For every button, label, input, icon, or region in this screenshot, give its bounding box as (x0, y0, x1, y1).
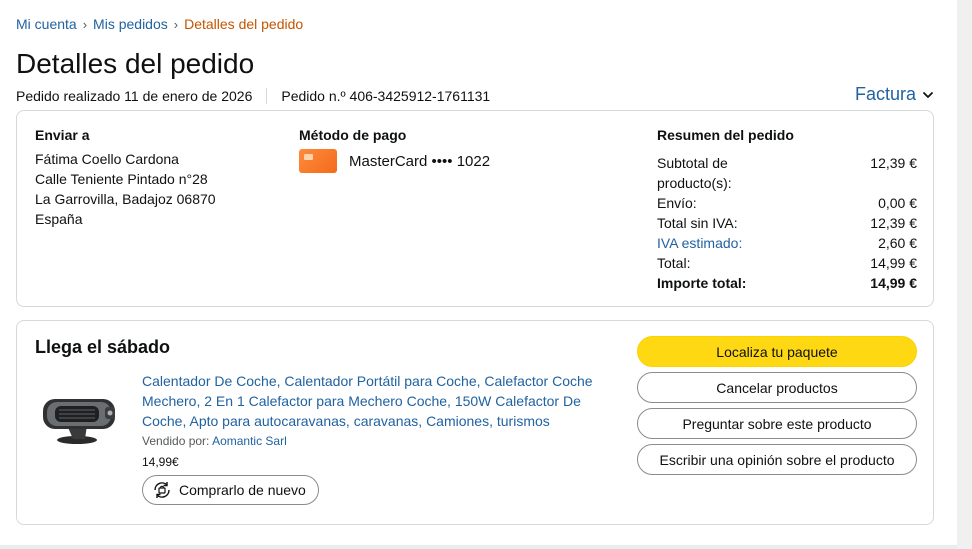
delivery-status: Llega el sábado (35, 337, 171, 357)
ask-product-question-button[interactable]: Preguntar sobre este producto (637, 408, 917, 439)
breadcrumb-my-account[interactable]: Mi cuenta (16, 16, 77, 32)
write-review-button[interactable]: Escribir una opinión sobre el producto (637, 444, 917, 475)
invoice-dropdown[interactable]: Factura (855, 84, 934, 105)
breadcrumb-current: Detalles del pedido (184, 16, 304, 32)
summary-label: Total sin IVA: (657, 215, 738, 231)
mastercard-card-icon (299, 149, 337, 173)
summary-row-estimated-vat: IVA estimado: 2,60 € (657, 233, 917, 253)
payment-title: Método de pago (299, 127, 407, 143)
buy-again-icon (154, 482, 170, 498)
address-line: Calle Teniente Pintado n°28 (35, 171, 208, 187)
order-summary: Subtotal de producto(s): 12,39 € Envío: … (657, 153, 917, 293)
order-info-card: Enviar a Fátima Coello Cardona Calle Ten… (16, 110, 934, 307)
order-meta: Pedido realizado 11 de enero de 2026 Ped… (16, 88, 490, 104)
summary-label: Subtotal de producto(s): (657, 155, 732, 191)
breadcrumb-separator: › (173, 16, 179, 32)
payment-method-text: MasterCard •••• 1022 (349, 152, 491, 170)
summary-row-subtotal: Subtotal de producto(s): 12,39 € (657, 153, 917, 193)
address-line: Fátima Coello Cardona (35, 151, 179, 167)
summary-row-shipping: Envío: 0,00 € (657, 193, 917, 213)
address-line: La Garrovilla, Badajoz 06870 (35, 191, 216, 207)
seller-link[interactable]: Aomantic Sarl (212, 434, 287, 448)
summary-label: Envío: (657, 195, 697, 211)
estimated-vat-link[interactable]: IVA estimado: (657, 233, 742, 253)
product-image[interactable] (39, 385, 123, 449)
address-line: España (35, 211, 83, 227)
summary-row-total-before-tax: Total sin IVA: 12,39 € (657, 213, 917, 233)
buy-again-label: Comprarlo de nuevo (179, 482, 306, 498)
summary-value: 14,99 € (870, 255, 917, 271)
cancel-items-button[interactable]: Cancelar productos (637, 372, 917, 403)
summary-value: 12,39 € (870, 215, 917, 231)
summary-label: Importe total: (657, 275, 747, 291)
sold-by-label: Vendido por: (142, 434, 210, 448)
invoice-label: Factura (854, 84, 916, 104)
product-price: 14,99€ (142, 455, 179, 469)
track-package-button[interactable]: Localiza tu paquete (637, 336, 917, 367)
summary-value: 0,00 € (878, 195, 917, 211)
summary-row-grand-total: Importe total: 14,99 € (657, 273, 917, 293)
payment-method: MasterCard •••• 1022 (299, 149, 490, 173)
buy-again-button[interactable]: Comprarlo de nuevo (142, 475, 319, 505)
shipping-address: Fátima Coello Cardona Calle Teniente Pin… (35, 149, 216, 229)
page-bottom-divider (0, 545, 957, 549)
order-number: Pedido n.º 406-3425912-1761131 (281, 88, 491, 104)
delivery-card: Llega el sábado Calentador De Coche, Cal… (16, 320, 934, 525)
vertical-scrollbar[interactable] (957, 0, 972, 549)
summary-value: 12,39 € (870, 155, 917, 171)
summary-label: Total: (657, 255, 691, 271)
page-title: Detalles del pedido (16, 48, 255, 79)
summary-value: 2,60 € (878, 235, 917, 251)
order-date: Pedido realizado 11 de enero de 2026 (16, 88, 253, 104)
meta-divider (266, 88, 268, 104)
breadcrumb: Mi cuenta › Mis pedidos › Detalles del p… (16, 16, 303, 32)
shipping-title: Enviar a (35, 127, 90, 143)
chevron-down-icon (923, 91, 933, 98)
summary-row-total: Total: 14,99 € (657, 253, 917, 273)
summary-value: 14,99 € (870, 275, 917, 291)
summary-title: Resumen del pedido (657, 127, 794, 143)
sold-by: Vendido por: Aomantic Sarl (142, 434, 287, 448)
breadcrumb-my-orders[interactable]: Mis pedidos (93, 16, 168, 32)
product-title-link[interactable]: Calentador De Coche, Calentador Portátil… (142, 371, 602, 431)
breadcrumb-separator: › (82, 16, 88, 32)
